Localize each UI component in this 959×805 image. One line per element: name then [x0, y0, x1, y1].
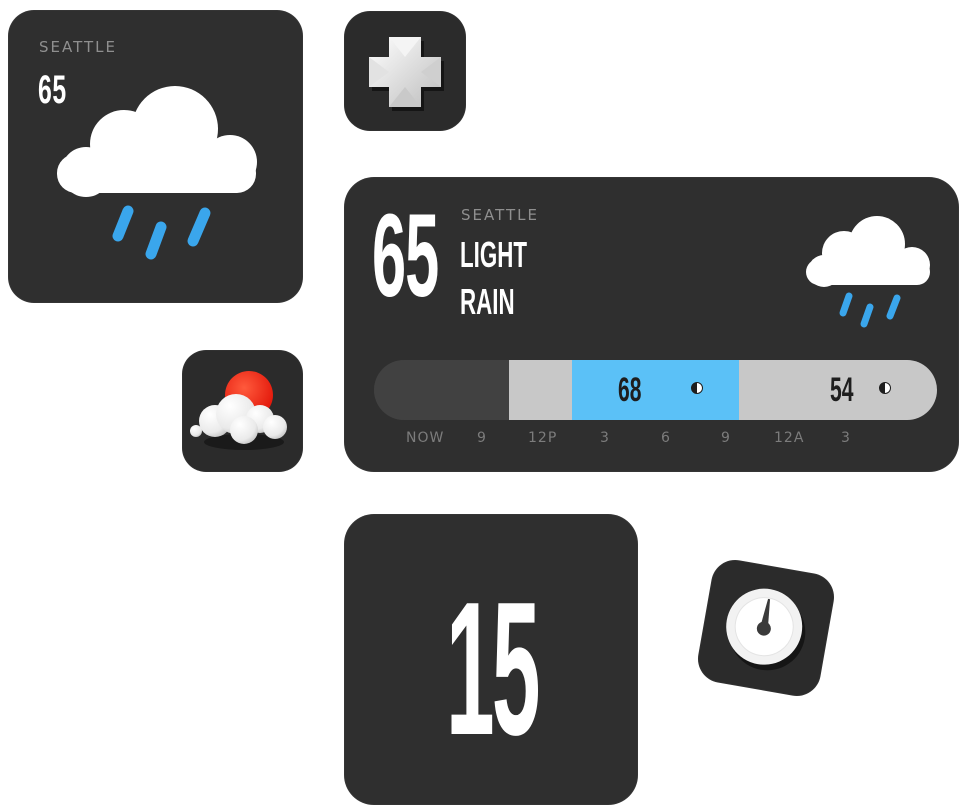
tick-label: NOW — [406, 430, 445, 446]
gauge-app-tile[interactable] — [694, 556, 838, 700]
hour-tick-row: NOW 9 12P 3 6 9 12A 3 — [344, 430, 959, 450]
past-segment — [374, 360, 509, 420]
city-label: SEATTLE — [39, 38, 117, 56]
tick-label: 3 — [841, 430, 851, 446]
moon-icon — [691, 382, 703, 394]
tick-label: 9 — [721, 430, 731, 446]
cloudy-segment — [509, 360, 572, 420]
cloud-sun-icon — [190, 371, 287, 450]
cloud-sun-app-tile[interactable] — [182, 350, 303, 472]
plus-app-tile[interactable] — [344, 11, 466, 131]
cloudy-segment: 54 — [739, 360, 937, 420]
gauge-icon — [726, 588, 806, 671]
small-weather-widget[interactable]: SEATTLE 65 — [8, 10, 303, 303]
big-temperature-label: 65 — [372, 190, 439, 322]
low-temperature: 54 — [830, 371, 854, 409]
high-temperature: 68 — [618, 371, 642, 409]
tick-label: 6 — [661, 430, 671, 446]
tick-label: 9 — [477, 430, 487, 446]
moon-icon — [879, 382, 891, 394]
plus-icon — [369, 37, 444, 111]
date-widget[interactable]: 15 — [344, 514, 638, 805]
hourly-forecast-bar: 68 54 — [374, 360, 937, 420]
tick-label: 12A — [774, 430, 805, 446]
condition-line-2: RAIN — [460, 281, 515, 322]
large-weather-widget[interactable]: 65 SEATTLE LIGHT RAIN 68 54 NOW 9 12P 3 … — [344, 177, 959, 472]
condition-line-1: LIGHT — [460, 234, 527, 275]
tick-label: 3 — [600, 430, 610, 446]
tick-label: 12P — [528, 430, 558, 446]
rain-cloud-icon — [806, 216, 930, 328]
rain-cloud-icon — [57, 86, 257, 260]
city-label: SEATTLE — [461, 206, 539, 224]
rain-segment: 68 — [572, 360, 739, 420]
day-number: 15 — [446, 563, 540, 775]
